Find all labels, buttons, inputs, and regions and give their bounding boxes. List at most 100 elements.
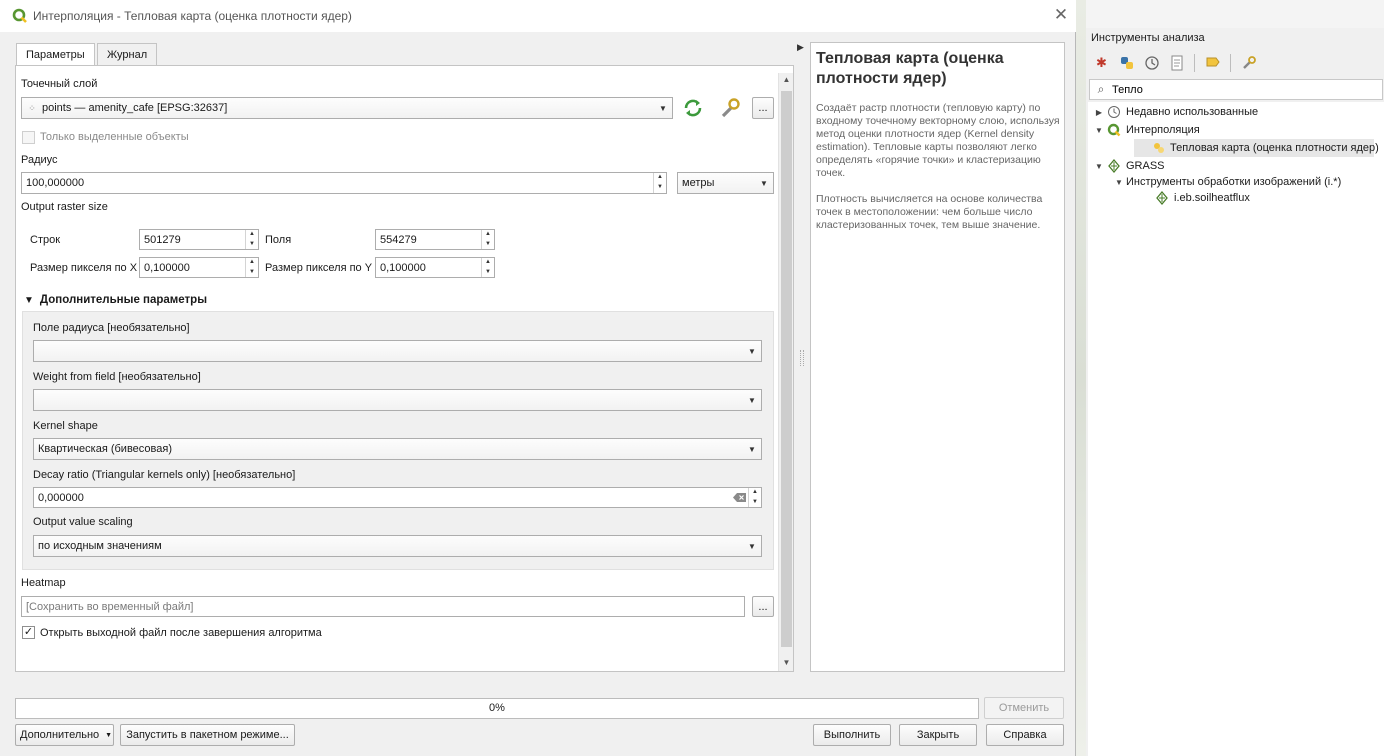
rows-spinner[interactable]: ▲ ▼: [245, 230, 258, 249]
pixel-size-y-spinner[interactable]: ▲ ▼: [481, 258, 494, 277]
chevron-down-icon[interactable]: ▼: [1092, 162, 1106, 171]
scroll-down-icon[interactable]: ▼: [779, 658, 794, 667]
qgis-logo-icon: [1106, 122, 1122, 138]
algorithm-dialog: Интерполяция - Тепловая карта (оценка пл…: [0, 0, 1076, 756]
chevron-down-icon: ▼: [748, 395, 756, 405]
heatmap-browse-button[interactable]: ...: [752, 596, 774, 617]
output-scaling-combo[interactable]: по исходным значениям ▼: [33, 535, 762, 557]
point-layer-combo[interactable]: ⁘ points — amenity_cafe [EPSG:32637] ▼: [21, 97, 673, 119]
radius-spinner[interactable]: ▲ ▼: [653, 173, 666, 193]
clear-value-icon[interactable]: [730, 493, 748, 502]
tree-item-label: Недавно использованные: [1126, 106, 1259, 118]
help-title: Тепловая карта (оценка плотности ядер): [816, 50, 1004, 87]
kernel-shape-combo[interactable]: Квартическая (бивесовая) ▼: [33, 438, 762, 460]
close-button[interactable]: Закрыть: [899, 724, 977, 746]
grass-logo-icon: [1106, 158, 1122, 174]
radius-input[interactable]: 100,000000 ▲ ▼: [21, 172, 667, 194]
dialog-title: Интерполяция - Тепловая карта (оценка пл…: [33, 9, 352, 23]
heatmap-output-input[interactable]: [Сохранить во временный файл]: [21, 596, 745, 617]
models-gear-icon[interactable]: ✱: [1092, 54, 1111, 73]
iterate-features-icon[interactable]: [681, 97, 705, 119]
progress-bar: 0%: [15, 698, 979, 719]
tab-parameters[interactable]: Параметры: [16, 43, 95, 67]
close-icon[interactable]: ✕: [1050, 5, 1072, 27]
tree-item-heatmap[interactable]: Тепловая карта (оценка плотности ядер): [1134, 139, 1379, 157]
toolbar-separator: [1230, 54, 1231, 72]
options-wrench-icon[interactable]: [1239, 54, 1258, 73]
weight-field-combo[interactable]: ▼: [33, 389, 762, 411]
toolbox-toolbar: ✱: [1092, 52, 1258, 74]
decay-ratio-input[interactable]: 0,000000 ▲ ▼: [33, 487, 762, 508]
scroll-up-icon[interactable]: ▲: [779, 75, 794, 84]
radius-field-combo[interactable]: ▼: [33, 340, 762, 362]
scrollbar-thumb[interactable]: [781, 91, 792, 647]
chevron-right-icon[interactable]: ▶: [1092, 108, 1106, 117]
tree-item-label: Интерполяция: [1126, 124, 1200, 136]
open-output-checkbox[interactable]: ✓: [22, 626, 35, 639]
advanced-menu-button[interactable]: Дополнительно ▼: [15, 724, 114, 746]
rows-input[interactable]: 501279 ▲ ▼: [139, 229, 259, 250]
columns-label: Поля: [265, 234, 292, 246]
chevron-down-icon[interactable]: ▼: [1112, 178, 1126, 187]
chevron-down-icon: ▼: [24, 295, 34, 306]
chevron-down-icon: ▼: [105, 731, 113, 739]
pixel-size-x-spinner[interactable]: ▲ ▼: [245, 258, 258, 277]
selected-only-checkbox[interactable]: [22, 131, 35, 144]
pixel-size-x-input[interactable]: 0,100000 ▲ ▼: [139, 257, 259, 278]
raster-size-label: Output raster size: [21, 201, 108, 213]
panel-splitter-handle[interactable]: [800, 350, 804, 366]
chevron-down-icon: ▼: [748, 346, 756, 356]
advanced-parameters-toggle[interactable]: ▼ Дополнительные параметры: [24, 294, 207, 306]
map-canvas-strip: [1076, 0, 1086, 756]
edit-features-tag-icon[interactable]: [1203, 54, 1222, 73]
chevron-down-icon[interactable]: ▼: [1092, 126, 1106, 135]
toolbar-separator: [1194, 54, 1195, 72]
clock-icon: [1106, 104, 1122, 120]
pixel-size-y-input[interactable]: 0,100000 ▲ ▼: [375, 257, 495, 278]
advanced-options-wrench-icon[interactable]: [717, 96, 743, 120]
toolbox-tree: ▶ Недавно использованные ▼ Интерполяция …: [1088, 102, 1384, 756]
output-scaling-label: Output value scaling: [33, 516, 133, 528]
tree-item-label: Инструменты обработки изображений (i.*): [1126, 176, 1342, 188]
tree-item-label: GRASS: [1126, 160, 1165, 172]
tree-item-soilheatflux[interactable]: i.eb.soilheatflux: [1154, 189, 1250, 207]
help-button[interactable]: Справка: [986, 724, 1064, 746]
batch-process-button[interactable]: Запустить в пакетном режиме...: [120, 724, 295, 746]
tab-log[interactable]: Журнал: [97, 43, 158, 66]
point-layer-browse-button[interactable]: ...: [752, 97, 774, 119]
point-layer-icon: ⁘: [28, 102, 36, 113]
tree-item-label: Тепловая карта (оценка плотности ядер): [1170, 142, 1379, 154]
collapse-help-arrow-icon[interactable]: ▶: [797, 42, 804, 53]
progress-text: 0%: [489, 702, 505, 714]
parameters-scrollbar[interactable]: ▲ ▼: [778, 73, 793, 671]
chevron-down-icon: ▼: [659, 103, 667, 113]
help-panel: Тепловая карта (оценка плотности ядер) С…: [810, 42, 1065, 672]
kernel-shape-label: Kernel shape: [33, 420, 98, 432]
pixel-size-y-label: Размер пикселя по Y: [265, 262, 373, 274]
tree-item-recent[interactable]: ▶ Недавно использованные: [1092, 103, 1258, 121]
processing-toolbox-dock: Инструменты анализа ✱ ⌕ ▶ Недавно исполь…: [1086, 28, 1384, 756]
columns-spinner[interactable]: ▲ ▼: [481, 230, 494, 249]
chevron-down-icon: ▼: [748, 541, 756, 551]
open-output-label: Открыть выходной файл после завершения а…: [40, 627, 322, 639]
run-button[interactable]: Выполнить: [813, 724, 891, 746]
decay-ratio-label: Decay ratio (Triangular kernels only) [н…: [33, 469, 296, 481]
results-document-icon[interactable]: [1167, 54, 1186, 73]
history-clock-icon[interactable]: [1142, 54, 1161, 73]
selected-only-label: Только выделенные объекты: [40, 131, 189, 143]
toolbox-search-box[interactable]: ⌕: [1089, 79, 1383, 100]
radius-unit-combo[interactable]: метры ▼: [677, 172, 774, 194]
cancel-button[interactable]: Отменить: [984, 697, 1064, 719]
python-icon[interactable]: [1117, 54, 1136, 73]
radius-label: Радиус: [21, 154, 58, 166]
rows-label: Строк: [30, 234, 61, 246]
chevron-down-icon: ▼: [760, 178, 768, 188]
columns-input[interactable]: 554279 ▲ ▼: [375, 229, 495, 250]
toolbox-search-input[interactable]: [1112, 83, 1372, 96]
tree-item-interpolation[interactable]: ▼ Интерполяция: [1092, 121, 1200, 139]
help-description: Создаёт растр плотности (тепловую карту)…: [816, 102, 1060, 179]
qgis-logo-icon: [12, 8, 28, 24]
search-icon: ⌕: [1097, 82, 1105, 96]
decay-ratio-spinner[interactable]: ▲ ▼: [748, 488, 761, 507]
tree-item-label: i.eb.soilheatflux: [1174, 192, 1250, 204]
